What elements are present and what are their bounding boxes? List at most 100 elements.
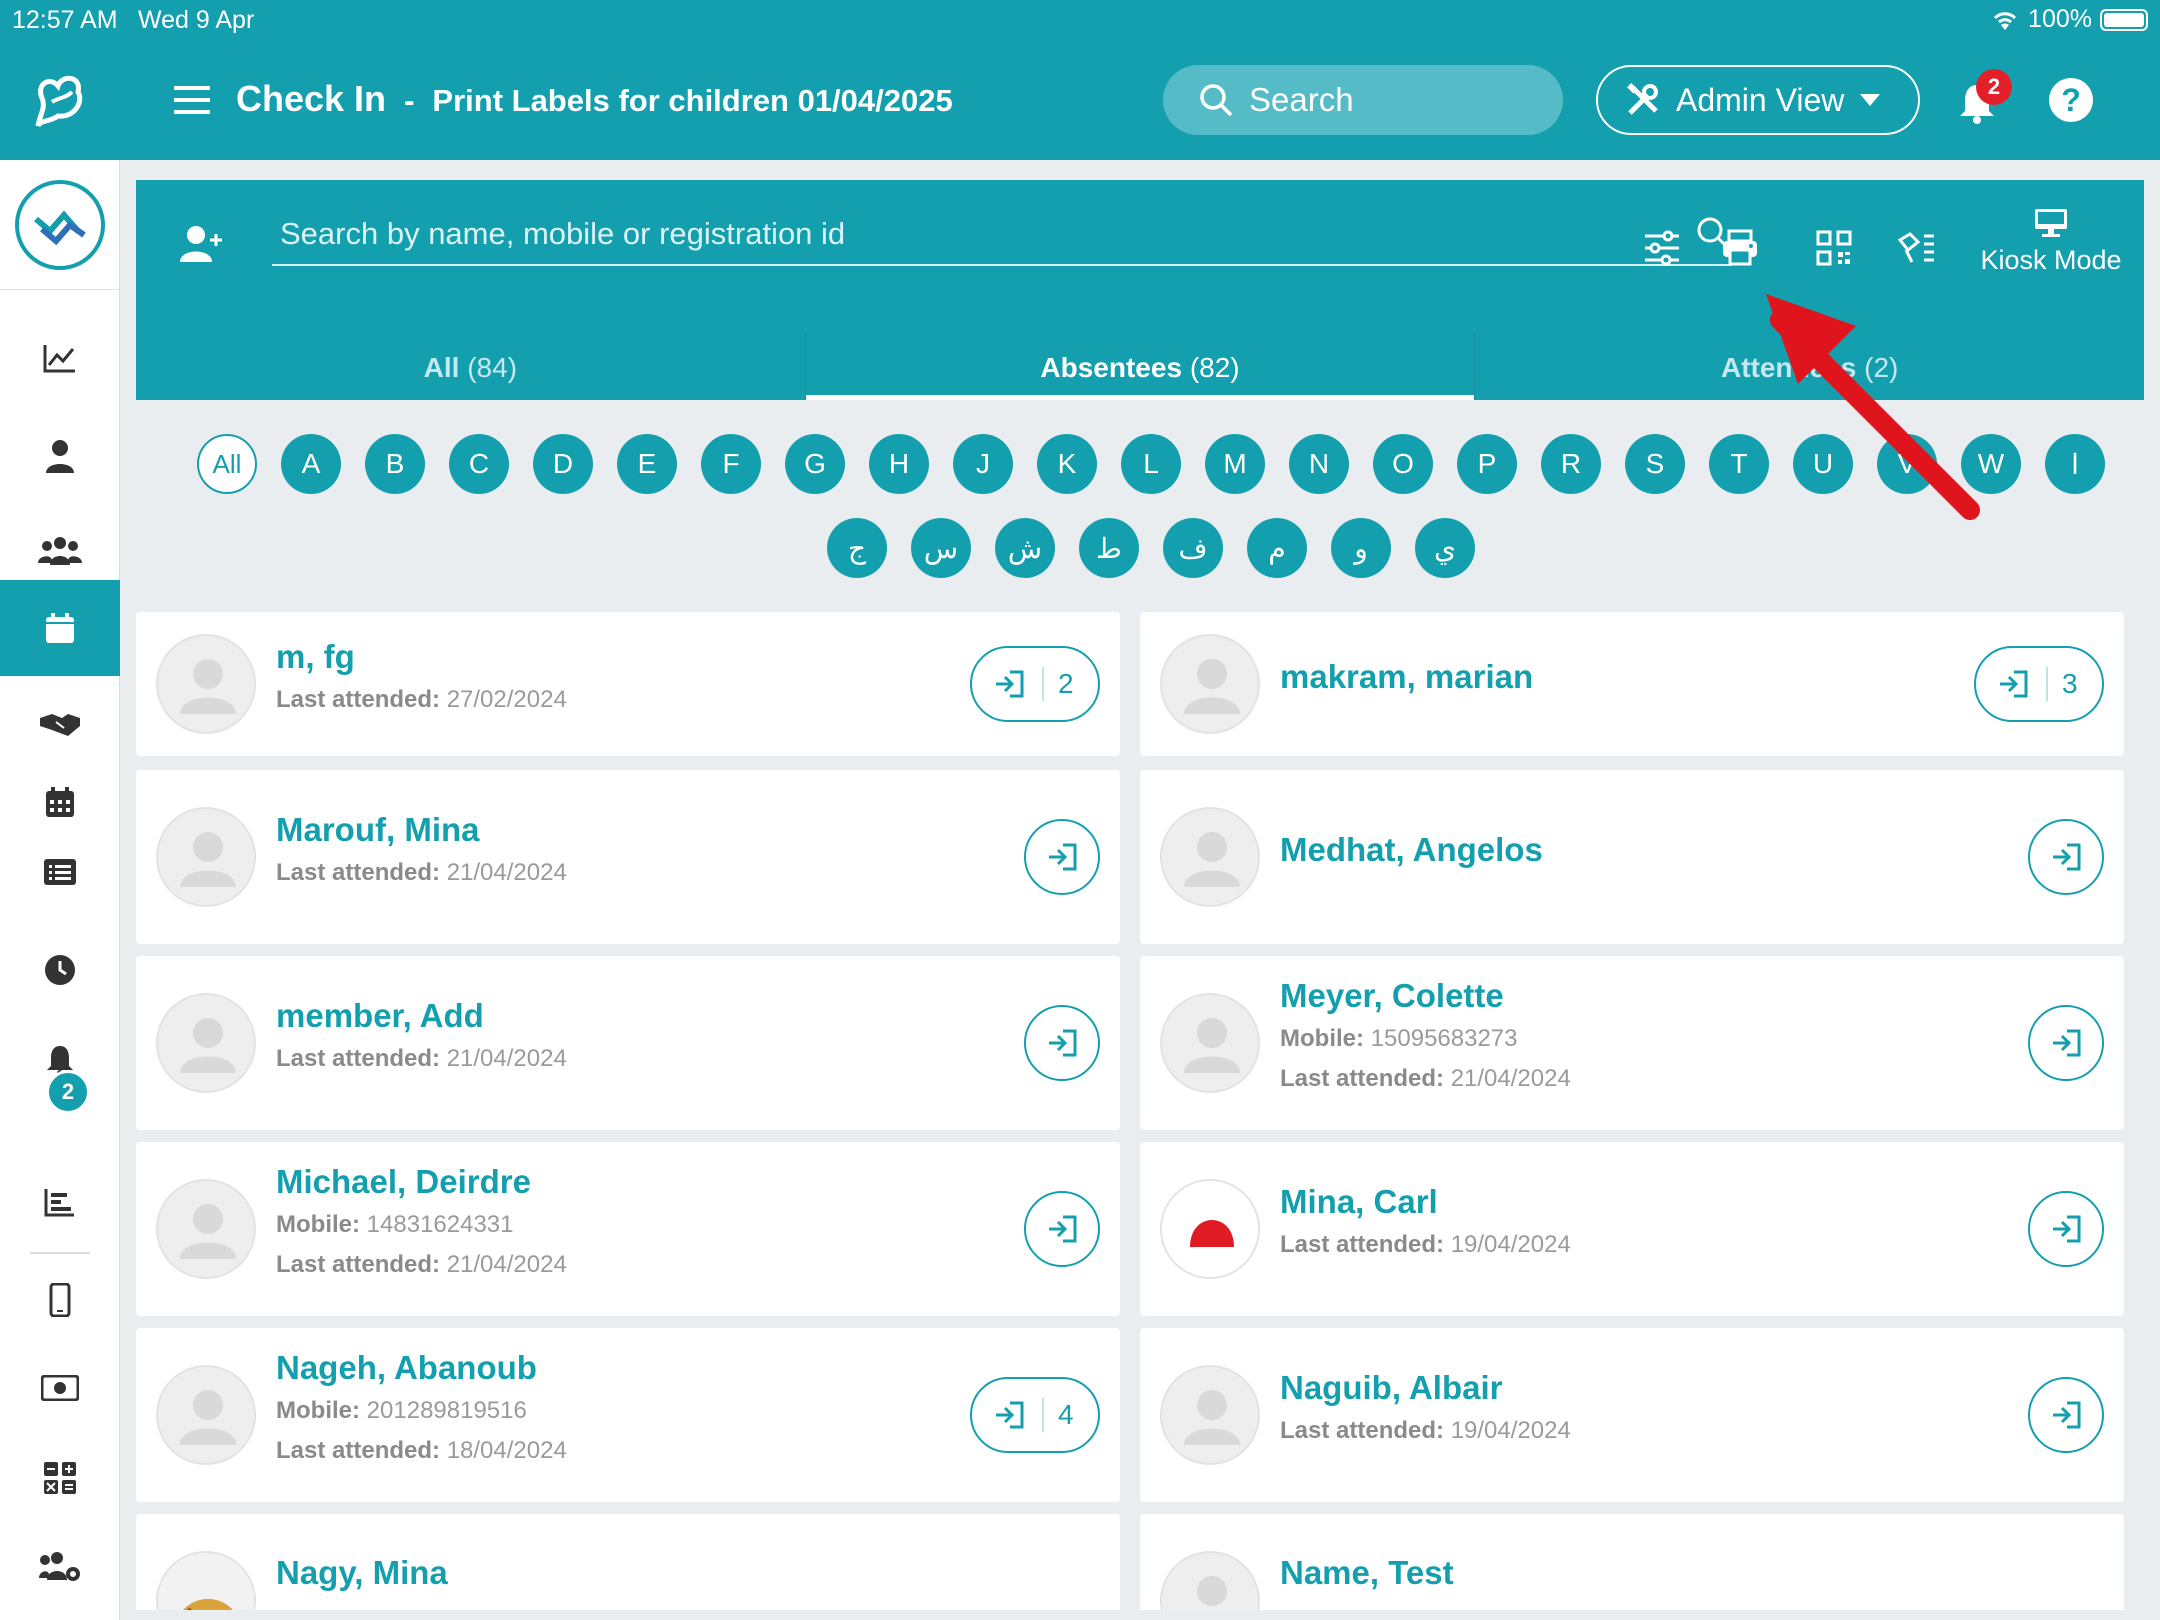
member-card[interactable]: Meyer, Colette Mobile: 15095683273 Last at…: [1140, 956, 2124, 1130]
letter-filter-button[interactable]: C: [449, 434, 509, 494]
member-mobile-value: 201289819516: [366, 1397, 527, 1424]
add-person-icon[interactable]: [180, 224, 224, 264]
tab-absentees[interactable]: Absentees (82): [804, 332, 1475, 400]
letter-filter-button[interactable]: H: [869, 434, 929, 494]
letter-filter-button[interactable]: ش: [995, 518, 1055, 578]
avatar: [156, 1365, 256, 1465]
tab-attendees[interactable]: Attendees (2): [1474, 332, 2144, 400]
status-bar: 12:57 AM Wed 9 Apr 100%: [0, 0, 2160, 44]
letter-filter-button[interactable]: و: [1331, 518, 1391, 578]
letter-filter-button[interactable]: L: [1121, 434, 1181, 494]
letter-filter-button[interactable]: س: [911, 518, 971, 578]
member-name[interactable]: Michael, Deirdre: [276, 1163, 531, 1201]
sidebar-item-reports[interactable]: [0, 1154, 120, 1250]
member-last-attended-value: 27/02/2024: [446, 686, 567, 713]
menu-icon[interactable]: [172, 80, 212, 120]
letter-filter-button[interactable]: R: [1541, 434, 1601, 494]
member-card[interactable]: member, Add Last attended: 21/04/2024: [136, 956, 1120, 1130]
member-name[interactable]: Medhat, Angelos: [1280, 831, 1543, 869]
filter-sliders-icon[interactable]: [1642, 228, 1682, 268]
member-name[interactable]: Nagy, Mina: [276, 1554, 448, 1592]
check-in-button[interactable]: [1024, 1005, 1100, 1081]
letter-filter-button[interactable]: E: [617, 434, 677, 494]
letter-filter-button[interactable]: W: [1961, 434, 2021, 494]
member-card[interactable]: Mina, Carl Last attended: 19/04/2024: [1140, 1142, 2124, 1316]
letter-filter-button[interactable]: All: [197, 434, 257, 494]
scan-tag-icon[interactable]: [1896, 228, 1936, 268]
member-card[interactable]: Michael, Deirdre Mobile: 14831624331 Last …: [136, 1142, 1120, 1316]
letter-filter-button[interactable]: G: [785, 434, 845, 494]
sidebar-item-mobile[interactable]: [0, 1252, 120, 1348]
letter-filter-button[interactable]: ج: [827, 518, 887, 578]
letter-filter-button[interactable]: N: [1289, 434, 1349, 494]
sidebar-item-profile[interactable]: [0, 408, 120, 504]
member-name[interactable]: Nageh, Abanoub: [276, 1349, 537, 1387]
letter-filter-button[interactable]: ي: [1415, 518, 1475, 578]
kiosk-mode-button[interactable]: Kiosk Mode: [1976, 208, 2126, 276]
member-card[interactable]: makram, marian 3: [1140, 612, 2124, 756]
letter-filter-button[interactable]: B: [365, 434, 425, 494]
check-in-button[interactable]: [2028, 1191, 2104, 1267]
member-card[interactable]: Nagy, Mina: [136, 1514, 1120, 1610]
sidebar-item-history[interactable]: [0, 922, 120, 1018]
check-in-button[interactable]: [2028, 1377, 2104, 1453]
app-logo-icon[interactable]: [28, 68, 92, 132]
sidebar-item-lists[interactable]: [0, 824, 120, 920]
member-name[interactable]: Meyer, Colette: [1280, 977, 1504, 1015]
check-in-button[interactable]: 4: [970, 1377, 1100, 1453]
letter-filter-button[interactable]: ف: [1163, 518, 1223, 578]
sidebar-item-calculator[interactable]: [0, 1430, 120, 1526]
member-card[interactable]: Naguib, Albair Last attended: 19/04/2024: [1140, 1328, 2124, 1502]
check-in-button[interactable]: 3: [1974, 646, 2104, 722]
phone-icon: [49, 1283, 71, 1317]
global-search-button[interactable]: Search: [1163, 65, 1563, 135]
member-card[interactable]: Nageh, Abanoub Mobile: 201289819516 Last a…: [136, 1328, 1120, 1502]
member-card[interactable]: m, fg Last attended: 27/02/2024 2: [136, 612, 1120, 756]
letter-filter-button[interactable]: ط: [1079, 518, 1139, 578]
member-name[interactable]: Mina, Carl: [1280, 1183, 1438, 1221]
member-last-attended-label: Last attended:: [276, 686, 441, 713]
letter-filter-button[interactable]: T: [1709, 434, 1769, 494]
member-search-input[interactable]: Search by name, mobile or registration i…: [272, 204, 1732, 266]
check-in-button[interactable]: [1024, 1191, 1100, 1267]
check-in-button[interactable]: [2028, 1005, 2104, 1081]
sidebar-item-dashboard[interactable]: [0, 310, 120, 406]
letter-filter-button[interactable]: F: [701, 434, 761, 494]
tab-all[interactable]: All (84): [136, 332, 805, 400]
letter-filter-button[interactable]: D: [533, 434, 593, 494]
letter-filter-button[interactable]: K: [1037, 434, 1097, 494]
letter-filter-button[interactable]: O: [1373, 434, 1433, 494]
member-name[interactable]: Naguib, Albair: [1280, 1369, 1502, 1407]
letter-filter-button[interactable]: A: [281, 434, 341, 494]
member-card[interactable]: Marouf, Mina Last attended: 21/04/2024: [136, 770, 1120, 944]
member-name[interactable]: makram, marian: [1280, 658, 1533, 696]
letter-filter-button[interactable]: S: [1625, 434, 1685, 494]
sidebar-item-group-settings[interactable]: [0, 1518, 120, 1614]
member-name[interactable]: Name, Test: [1280, 1554, 1454, 1592]
letter-filter-button[interactable]: U: [1793, 434, 1853, 494]
print-icon[interactable]: [1720, 228, 1760, 268]
help-button[interactable]: ?: [2049, 78, 2093, 122]
letter-filter-button[interactable]: V: [1877, 434, 1937, 494]
member-name[interactable]: member, Add: [276, 997, 484, 1035]
member-last-attended-label: Last attended:: [1280, 1231, 1445, 1258]
member-name[interactable]: Marouf, Mina: [276, 811, 480, 849]
sidebar-item-checkin[interactable]: [0, 580, 120, 676]
qr-code-icon[interactable]: [1814, 228, 1854, 268]
org-logo-icon[interactable]: [14, 179, 105, 270]
avatar: [1160, 993, 1260, 1093]
letter-filter-button[interactable]: ا: [2045, 434, 2105, 494]
sidebar-item-finance[interactable]: [0, 1340, 120, 1436]
check-in-button[interactable]: [1024, 819, 1100, 895]
check-in-button[interactable]: 2: [970, 646, 1100, 722]
letter-filter-button[interactable]: م: [1247, 518, 1307, 578]
letter-filter-button[interactable]: J: [953, 434, 1013, 494]
letter-filter-button[interactable]: P: [1457, 434, 1517, 494]
avatar: [156, 993, 256, 1093]
member-card[interactable]: Medhat, Angelos: [1140, 770, 2124, 944]
member-name[interactable]: m, fg: [276, 638, 355, 676]
admin-view-dropdown[interactable]: Admin View: [1596, 65, 1920, 135]
member-card[interactable]: Name, Test: [1140, 1514, 2124, 1610]
check-in-button[interactable]: [2028, 819, 2104, 895]
letter-filter-button[interactable]: M: [1205, 434, 1265, 494]
